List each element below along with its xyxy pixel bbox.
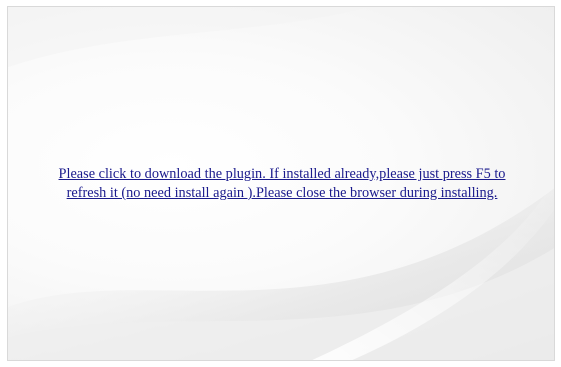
- plugin-message-line-1: Please click to download the plugin. If …: [58, 166, 506, 182]
- download-plugin-link[interactable]: Please click to download the plugin. If …: [8, 165, 554, 203]
- plugin-panel: Please click to download the plugin. If …: [7, 6, 555, 361]
- plugin-message-line-2: refresh it (no need install again ).Plea…: [66, 185, 498, 201]
